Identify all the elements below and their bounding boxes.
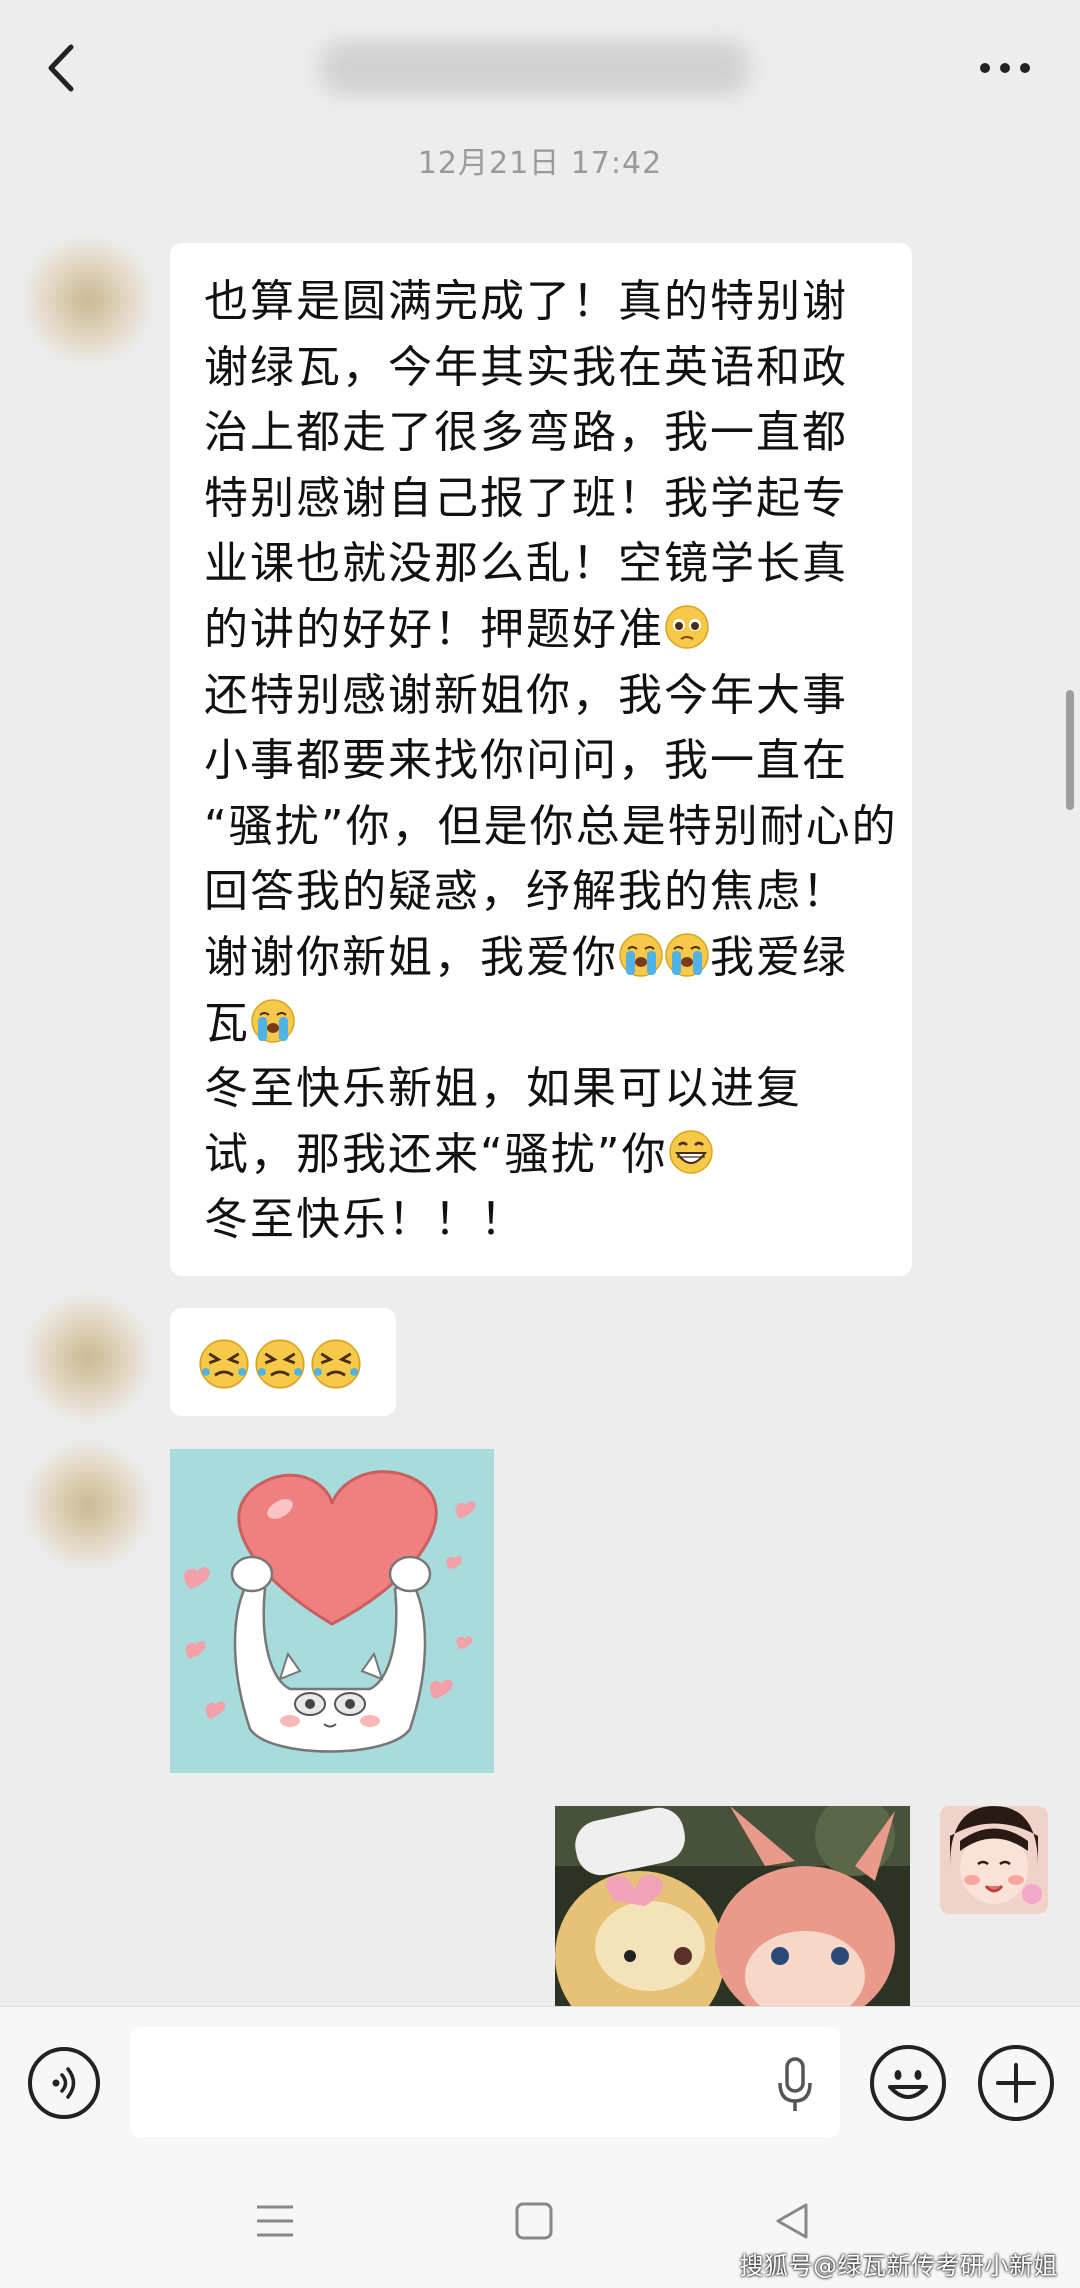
menu-button[interactable] (245, 2196, 305, 2246)
emoji-button[interactable] (870, 2045, 946, 2121)
plush-toys-photo[interactable] (555, 1806, 910, 2006)
my-avatar[interactable] (940, 1806, 1048, 1914)
crying-angry-face-icon (311, 1339, 361, 1389)
plus-icon (996, 2063, 1036, 2103)
photo-image (555, 1806, 910, 2006)
contact-avatar[interactable] (28, 1298, 148, 1418)
message-line: 试，那我还来“骚扰”你 (204, 1128, 668, 1180)
top-bar (0, 0, 1080, 135)
message-line-with-emoji: 的讲的好好！押题好准 (204, 597, 898, 663)
home-square-icon (515, 2202, 553, 2240)
input-bar (0, 2006, 1080, 2149)
message-line-with-emoji: 试，那我还来“骚扰”你 (204, 1122, 898, 1188)
more-dot (1020, 63, 1030, 73)
heart-cat-sticker[interactable] (170, 1449, 494, 1773)
sticker-image (170, 1449, 494, 1773)
emoji-message-bubble[interactable] (170, 1308, 396, 1416)
message-timestamp: 12月21日 17:42 (417, 146, 663, 181)
message-line: 也算是圆满完成了！真的特别谢 (204, 276, 848, 327)
more-horizontal-icon (980, 63, 990, 73)
mic-icon (778, 2057, 812, 2111)
smiley-icon (888, 2070, 928, 2099)
message-line: “骚扰”你，但是你总是特别耐心的 (204, 800, 898, 852)
more-button[interactable] (970, 40, 1040, 96)
message-line: 冬至快乐新姐，如果可以进复 (204, 1063, 802, 1115)
contact-avatar[interactable] (28, 1445, 148, 1565)
back-button[interactable] (30, 30, 90, 105)
plus-button[interactable] (978, 2045, 1054, 2121)
pleading-face-icon (665, 605, 709, 649)
back-nav-button[interactable] (762, 2196, 822, 2246)
more-dot (1000, 63, 1010, 73)
message-line-with-emoji: 瓦 (204, 991, 898, 1057)
watermark: 搜狐号@绿瓦新传考研小新姐 (739, 2252, 1058, 2280)
back-triangle-icon (776, 2203, 808, 2239)
avatar-image (940, 1806, 1048, 1914)
message-line: 特别感谢自己报了班！我学起专 (204, 472, 848, 524)
voice-button[interactable] (28, 2047, 100, 2119)
loudly-crying-face-icon (665, 933, 709, 977)
chevron-left-icon (48, 44, 74, 91)
message-input[interactable] (130, 2027, 840, 2137)
chat-title-blurred (320, 40, 750, 96)
home-button[interactable] (504, 2196, 564, 2246)
voice-icon (52, 2067, 76, 2099)
message-line: 小事都要来找你问问，我一直在 (204, 735, 848, 787)
scrollbar[interactable] (1066, 690, 1074, 810)
message-line: 业课也就没那么乱！空镜学长真 (204, 538, 848, 590)
message-line: 回答我的疑惑，纾解我的焦虑！ (204, 866, 848, 918)
message-line: 谢绿瓦，今年其实我在英语和政 (204, 341, 848, 393)
loudly-crying-face-icon (619, 933, 663, 977)
message-line: 还特别感谢新姐你，我今年大事 (204, 669, 848, 721)
message-line: 我爱绿 (710, 931, 848, 983)
message-line: 瓦 (204, 997, 250, 1049)
message-line: 的讲的好好！押题好准 (204, 603, 664, 655)
emoji-row (198, 1338, 362, 1390)
grinning-face-icon (668, 1129, 713, 1174)
message-line: 治上都走了很多弯路，我一直都 (204, 407, 848, 459)
message-text: 也算是圆满完成了！真的特别谢 谢绿瓦，今年其实我在英语和政 治上都走了很多弯路，… (204, 269, 898, 1253)
message-line: 谢谢你新姐，我爱你 (204, 931, 618, 983)
mic-button[interactable] (770, 2057, 820, 2113)
menu-icon (257, 2205, 293, 2237)
message-line: 冬至快乐！！！ (204, 1194, 526, 1246)
crying-angry-face-icon (199, 1339, 249, 1389)
loudly-crying-face-icon (251, 998, 295, 1043)
message-bubble[interactable]: 也算是圆满完成了！真的特别谢 谢绿瓦，今年其实我在英语和政 治上都走了很多弯路，… (170, 243, 912, 1276)
crying-angry-face-icon (255, 1339, 305, 1389)
message-line-with-emoji: 谢谢你新姐，我爱你 我爱绿 (204, 925, 898, 991)
contact-avatar[interactable] (28, 240, 148, 360)
